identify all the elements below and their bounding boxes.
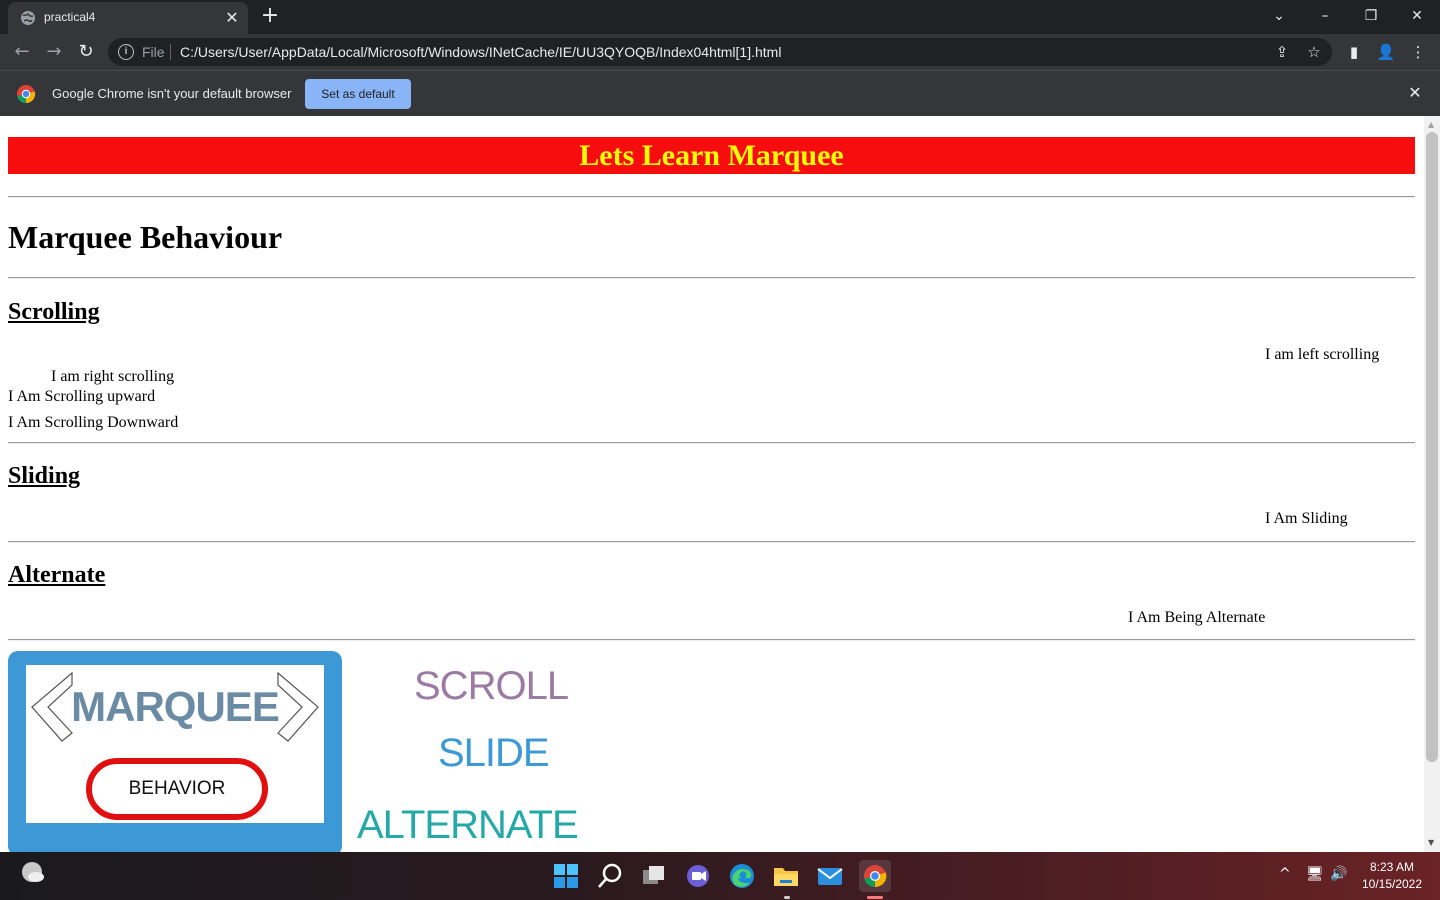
reload-button[interactable]: ↻ — [74, 40, 98, 64]
marquee-scrolling-downward: I Am Scrolling Downward — [8, 414, 179, 431]
logo-badge: BEHAVIOR — [86, 758, 268, 820]
site-info-icon[interactable]: i — [118, 44, 134, 60]
weather-icon[interactable] — [20, 860, 46, 886]
forward-button[interactable]: → — [42, 40, 66, 64]
scroll-thumb[interactable] — [1426, 132, 1438, 762]
tab-search-icon[interactable]: ⌄ — [1256, 0, 1302, 34]
marquee-alternate: I Am Being Alternate — [1128, 609, 1266, 626]
url-text[interactable]: C:/Users/User/AppData/Local/Microsoft/Wi… — [180, 44, 781, 60]
infobar-close-icon[interactable]: ✕ — [1404, 82, 1426, 104]
chrome-icon[interactable] — [859, 860, 891, 892]
tab-close-icon[interactable]: ✕ — [222, 8, 242, 28]
page-banner: Lets Learn Marquee — [8, 137, 1415, 174]
sliding-heading: Sliding — [8, 463, 81, 489]
set-as-default-button[interactable]: Set as default — [305, 79, 411, 109]
page-viewport: Lets Learn Marquee Marquee Behaviour Scr… — [0, 116, 1424, 852]
divider — [8, 639, 1415, 641]
marquee-scrolling-upward: I Am Scrolling upward — [8, 388, 156, 405]
tab-title: practical4 — [44, 10, 96, 24]
marquee-sliding: I Am Sliding — [1265, 510, 1348, 527]
windows-start-icon[interactable] — [550, 860, 582, 892]
globe-icon — [21, 11, 35, 25]
divider — [8, 541, 1415, 543]
tab-strip: practical4 ✕ + ⌄ – ❐ ✕ — [0, 0, 1440, 34]
mail-icon[interactable] — [814, 860, 846, 892]
browser-toolbar: ← → ↻ i File C:/Users/User/AppData/Local… — [0, 34, 1440, 70]
divider — [8, 442, 1415, 444]
search-icon[interactable] — [594, 860, 626, 892]
windows-taskbar: ^ 🖥 🔊 8:23 AM 10/15/2022 — [0, 852, 1440, 900]
alternate-heading: Alternate — [8, 562, 106, 588]
minimize-button[interactable]: – — [1302, 0, 1348, 34]
marquee-left-scrolling: I am left scrolling — [1265, 346, 1380, 363]
page-heading: Marquee Behaviour — [8, 219, 283, 255]
edge-icon[interactable] — [726, 860, 758, 892]
slide-word: SLIDE — [438, 731, 550, 775]
volume-icon[interactable]: 🔊 — [1330, 866, 1347, 882]
alternate-word: ALTERNATE — [357, 803, 579, 847]
scroll-up-arrow-icon[interactable]: ▲ — [1428, 120, 1434, 129]
chrome-menu-icon[interactable]: ⋮ — [1408, 42, 1428, 62]
browser-tab[interactable]: practical4 ✕ — [8, 2, 248, 34]
network-icon[interactable]: 🖥 — [1306, 866, 1324, 882]
profile-icon[interactable]: 👤 — [1376, 42, 1396, 62]
active-app-indicator — [867, 896, 883, 899]
scrolling-heading: Scrolling — [8, 299, 100, 325]
scroll-down-arrow-icon[interactable]: ▼ — [1428, 838, 1434, 847]
clock-date[interactable]: 10/15/2022 — [1356, 877, 1428, 891]
file-explorer-icon[interactable] — [770, 860, 802, 892]
running-app-indicator — [784, 896, 790, 899]
divider — [8, 277, 1415, 279]
back-button[interactable]: ← — [10, 40, 34, 64]
default-browser-infobar: Google Chrome isn't your default browser… — [0, 70, 1440, 116]
tray-overflow-icon[interactable]: ^ — [1279, 866, 1291, 882]
share-icon[interactable]: ⇪ — [1272, 42, 1292, 62]
logo-panel: MARQUEE BEHAVIOR — [26, 665, 324, 823]
page-scrollbar[interactable]: ▲ ▼ — [1424, 116, 1440, 852]
new-tab-button[interactable]: + — [258, 5, 282, 29]
bookmark-star-icon[interactable]: ☆ — [1304, 42, 1324, 62]
chrome-logo-icon — [17, 85, 36, 104]
task-view-icon[interactable] — [638, 860, 670, 892]
teams-chat-icon[interactable] — [682, 860, 714, 892]
logo-title: MARQUEE — [71, 683, 280, 730]
infobar-message: Google Chrome isn't your default browser — [52, 86, 292, 101]
side-panel-icon[interactable]: ▮ — [1344, 42, 1364, 62]
marquee-behavior-logo: MARQUEE BEHAVIOR — [8, 651, 342, 852]
marquee-right-scrolling: I am right scrolling — [51, 368, 175, 385]
address-bar[interactable]: i File C:/Users/User/AppData/Local/Micro… — [108, 38, 1332, 66]
clock-time[interactable]: 8:23 AM — [1360, 860, 1424, 874]
restore-button[interactable]: ❐ — [1348, 0, 1394, 34]
scroll-word: SCROLL — [414, 664, 569, 708]
divider — [8, 196, 1415, 198]
close-window-button[interactable]: ✕ — [1394, 0, 1440, 34]
url-scheme-label: File — [142, 44, 165, 60]
url-separator — [170, 44, 171, 60]
